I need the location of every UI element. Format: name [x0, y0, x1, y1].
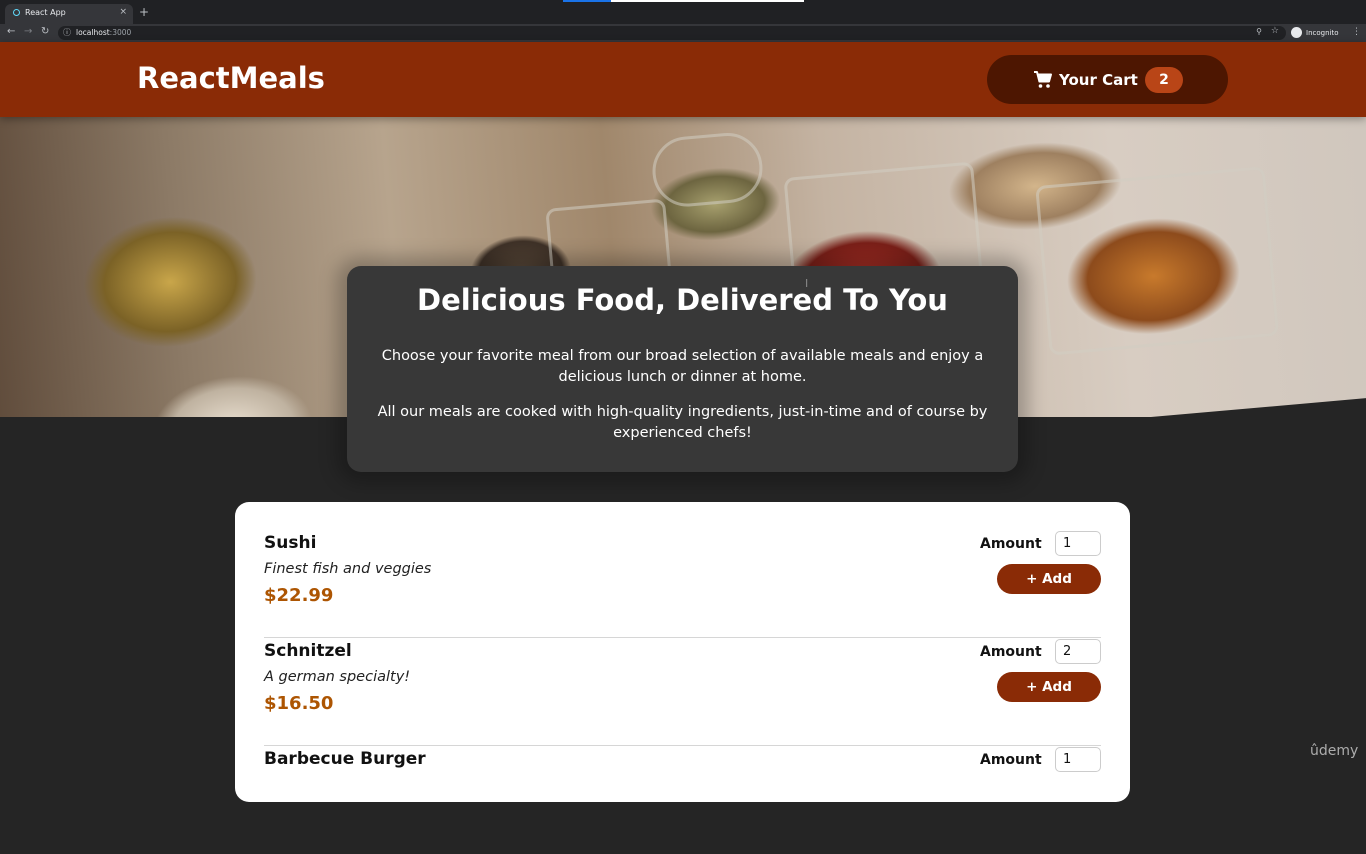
- cart-button[interactable]: Your Cart 2: [987, 55, 1228, 104]
- address-bar[interactable]: ⓘ localhost:3000 ⚲ ☆: [58, 26, 1286, 40]
- amount-input[interactable]: [1055, 747, 1101, 772]
- cart-icon: [1034, 71, 1052, 88]
- incognito-icon: [1291, 27, 1302, 38]
- reload-icon[interactable]: ↻: [41, 26, 49, 37]
- site-info-icon[interactable]: ⓘ: [63, 27, 71, 38]
- tab-title: React App: [25, 8, 66, 17]
- forward-arrow-icon[interactable]: →: [24, 26, 32, 37]
- meal-price: $22.99: [264, 585, 334, 606]
- cart-count-badge: 2: [1145, 67, 1183, 93]
- meal-item: Schnitzel A german specialty! $16.50 Amo…: [264, 638, 1101, 746]
- amount-input[interactable]: [1055, 531, 1101, 556]
- app-header: ReactMeals Your Cart 2: [0, 42, 1366, 117]
- search-icon[interactable]: ⚲: [1256, 27, 1262, 36]
- meal-price: $16.50: [264, 693, 334, 714]
- cart-label: Your Cart: [1059, 71, 1138, 89]
- summary-paragraph: All our meals are cooked with high-quali…: [377, 404, 988, 441]
- meal-description: Finest fish and veggies: [264, 561, 432, 577]
- meal-name: Barbecue Burger: [264, 749, 426, 769]
- screen-share-bar-accent: [563, 0, 611, 2]
- amount-label: Amount: [980, 752, 1042, 768]
- udemy-watermark-logo: ûdemy: [1310, 743, 1359, 759]
- summary-paragraph: Choose your favorite meal from our broad…: [381, 348, 984, 385]
- back-arrow-icon[interactable]: ←: [7, 26, 15, 37]
- new-tab-button[interactable]: +: [139, 5, 149, 19]
- tray-shape: [1035, 166, 1280, 356]
- url-port: :3000: [109, 28, 132, 37]
- url-host: localhost: [76, 28, 110, 37]
- add-to-cart-button[interactable]: + Add: [997, 564, 1101, 594]
- amount-input[interactable]: [1055, 639, 1101, 664]
- browser-toolbar: ← → ↻ ⓘ localhost:3000 ⚲ ☆ Incognito ⋮: [0, 24, 1366, 42]
- react-favicon-icon: [13, 9, 20, 16]
- text-cursor-icon: I: [805, 277, 809, 290]
- meal-item: Sushi Finest fish and veggies $22.99 Amo…: [264, 530, 1101, 638]
- amount-label: Amount: [980, 644, 1042, 660]
- browser-menu-icon[interactable]: ⋮: [1352, 27, 1361, 37]
- tab-close-icon[interactable]: ×: [119, 7, 127, 17]
- meal-name: Sushi: [264, 533, 317, 553]
- add-to-cart-button[interactable]: + Add: [997, 672, 1101, 702]
- meals-card: Sushi Finest fish and veggies $22.99 Amo…: [235, 502, 1130, 802]
- meal-item: Barbecue Burger Amount: [264, 746, 1101, 854]
- url-text: localhost:3000: [76, 28, 131, 37]
- incognito-label: Incognito: [1306, 29, 1339, 37]
- browser-chrome: React App × + ← → ↻ ⓘ localhost:3000 ⚲ ☆…: [0, 0, 1366, 42]
- meal-description: A german specialty!: [264, 669, 411, 685]
- tab-strip: React App × +: [0, 0, 1366, 24]
- summary-title: Delicious Food, Delivered To You: [417, 283, 948, 317]
- bookmark-star-icon[interactable]: ☆: [1271, 26, 1279, 36]
- bowl-shape: [649, 130, 766, 210]
- meal-name: Schnitzel: [264, 641, 352, 661]
- summary-card: Delicious Food, Delivered To You Choose …: [347, 266, 1018, 472]
- incognito-profile-button[interactable]: Incognito: [1290, 26, 1342, 40]
- amount-label: Amount: [980, 536, 1042, 552]
- browser-tab[interactable]: React App ×: [5, 4, 133, 24]
- brand-title: ReactMeals: [137, 61, 325, 95]
